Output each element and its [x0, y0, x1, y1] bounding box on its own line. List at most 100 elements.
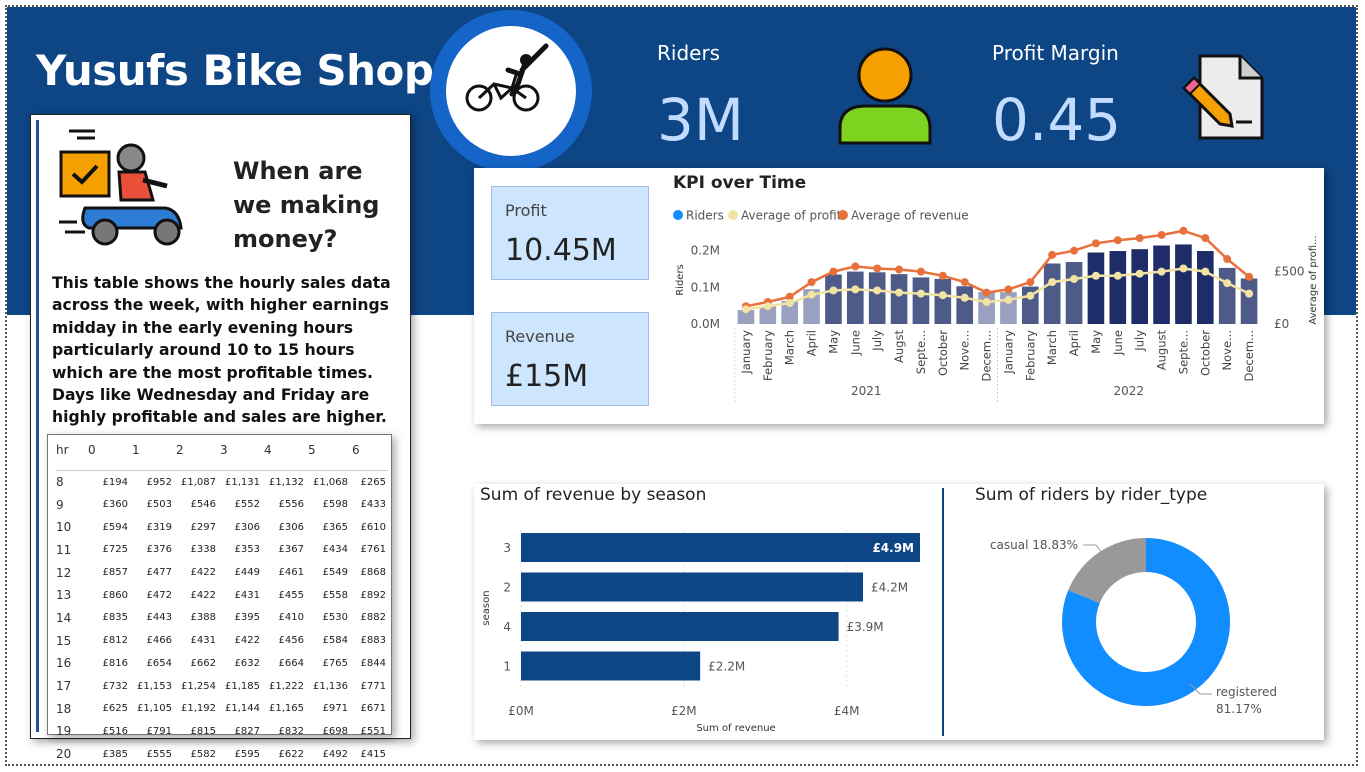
x-tick-label: October: [1198, 330, 1212, 376]
riders-bar: [1109, 251, 1127, 324]
x-tick-label: January: [1001, 330, 1015, 375]
x-tick-label: May: [1089, 330, 1103, 354]
x-tick-label: July: [1133, 330, 1147, 352]
revenue-point: [916, 267, 925, 276]
donut-chart-title: Sum of riders by rider_type: [975, 485, 1208, 505]
x-tick-label: March: [783, 330, 797, 365]
profit-line: [745, 267, 1250, 311]
profit-point: [1223, 279, 1232, 288]
legend-label: Riders: [686, 209, 724, 223]
profit-point: [1004, 295, 1013, 304]
x-tick-label: March: [1045, 330, 1059, 365]
x-tick-label: February: [1023, 330, 1037, 381]
profit-point: [895, 288, 904, 297]
x-tick-label: July: [870, 330, 884, 352]
legend-marker: [838, 210, 848, 220]
profit-point: [960, 293, 969, 302]
riders-bar: [1218, 267, 1236, 324]
revenue-point: [1048, 250, 1057, 259]
riders-bar: [1043, 263, 1061, 324]
y2-tick-label: £0: [1274, 317, 1289, 331]
profit-point: [938, 291, 947, 300]
profit-point: [1048, 278, 1057, 287]
x-tick-label: Nove...: [1220, 330, 1234, 371]
riders-bar: [1240, 278, 1258, 324]
x-tick-label: Nove...: [958, 330, 972, 371]
revenue-line: [745, 229, 1250, 308]
revenue-point: [829, 267, 838, 276]
profit-point: [1245, 289, 1254, 298]
profit-point: [829, 286, 838, 295]
x-tick-label: Decem...: [980, 330, 994, 382]
profit-point: [1135, 269, 1144, 278]
revenue-point: [1157, 230, 1166, 239]
revenue-point: [1179, 226, 1188, 235]
revenue-point: [1223, 255, 1232, 264]
y2-tick-label: £500: [1274, 265, 1305, 279]
revenue-point: [1113, 236, 1122, 245]
profit-point: [807, 290, 816, 299]
x-tick-label: April: [1067, 330, 1081, 356]
riders-bar: [1065, 262, 1083, 324]
riders-bar: [978, 292, 995, 324]
profit-point: [785, 299, 794, 308]
profit-point: [741, 305, 750, 314]
revenue-point: [1026, 278, 1035, 287]
profit-point: [1091, 271, 1100, 280]
legend-label: Average of revenue: [851, 209, 969, 223]
profit-point: [916, 289, 925, 298]
season-chart-title: Sum of revenue by season: [480, 485, 707, 505]
x-tick-label: Augst: [892, 330, 906, 363]
x-tick-label: October: [936, 330, 950, 376]
riders-bar: [912, 277, 930, 324]
revenue-point: [1070, 246, 1079, 255]
riders-bar: [1131, 249, 1148, 324]
revenue-point: [807, 278, 816, 287]
riders-bar: [890, 274, 908, 324]
x-tick-label: Septe...: [1176, 330, 1190, 374]
y-tick-label: 0.0M: [691, 317, 720, 331]
profit-point: [1070, 274, 1079, 283]
x-tick-label: May: [826, 330, 840, 354]
year-label: 2022: [1113, 384, 1144, 398]
revenue-point: [1201, 234, 1210, 243]
revenue-point: [851, 262, 860, 271]
profit-point: [1201, 267, 1210, 276]
revenue-point: [960, 278, 969, 287]
profit-point: [763, 302, 772, 311]
profit-point: [851, 285, 860, 294]
legend-marker: [728, 210, 738, 220]
x-tick-label: June: [1111, 330, 1125, 356]
revenue-point: [895, 265, 904, 274]
dashboard: Yusufs Bike Shop Riders 3M Profit Margin…: [0, 0, 1365, 772]
revenue-point: [1135, 234, 1144, 243]
riders-bar: [934, 278, 952, 324]
y-axis-title: Riders: [675, 264, 686, 296]
y2-axis-title: Average of profi...: [1308, 235, 1319, 324]
riders-bar: [847, 271, 864, 324]
x-tick-label: June: [848, 330, 862, 356]
x-tick-label: January: [739, 330, 753, 375]
revenue-point: [1245, 272, 1254, 281]
profit-point: [1113, 271, 1122, 280]
riders-bar: [956, 286, 973, 324]
riders-bar: [1197, 251, 1214, 324]
revenue-point: [938, 271, 947, 280]
riders-bar: [1175, 244, 1192, 324]
x-tick-label: February: [761, 330, 775, 381]
revenue-point: [873, 264, 882, 273]
x-tick-label: August: [1155, 330, 1169, 371]
profit-point: [982, 298, 991, 306]
profit-point: [1179, 264, 1188, 273]
riders-bar: [1087, 252, 1105, 324]
legend-marker: [673, 210, 683, 220]
x-tick-label: April: [805, 330, 819, 356]
profit-point: [1026, 291, 1035, 300]
profit-point: [873, 286, 882, 295]
riders-bar: [825, 274, 842, 324]
revenue-point: [1091, 239, 1100, 248]
y-tick-label: 0.2M: [691, 244, 720, 258]
riders-bar: [1153, 245, 1170, 324]
y-tick-label: 0.1M: [691, 280, 720, 294]
legend-label: Average of profit: [741, 209, 842, 223]
